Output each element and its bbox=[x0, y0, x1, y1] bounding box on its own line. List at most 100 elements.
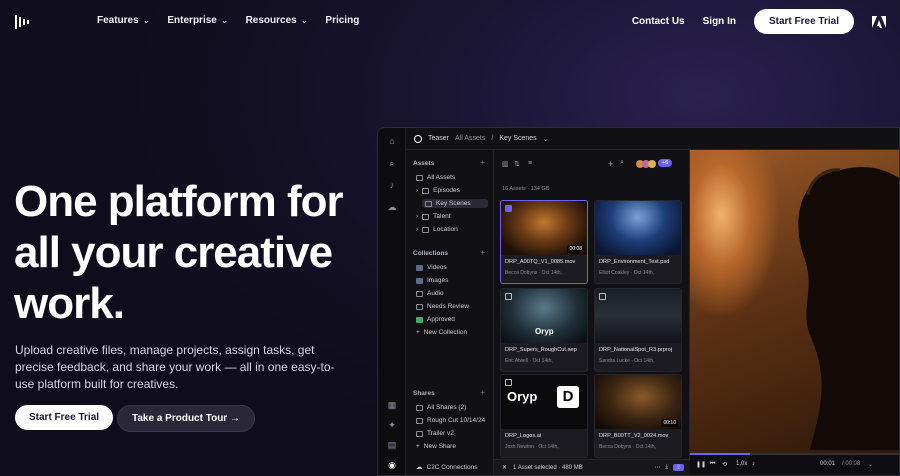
approved-icon bbox=[416, 316, 423, 323]
volume-icon[interactable]: ♪ bbox=[752, 461, 755, 467]
hero-headline: One platform for all your creative work. bbox=[14, 177, 344, 328]
list-icon[interactable]: ≡ bbox=[528, 160, 532, 167]
sidebar-item-new-collection[interactable]: + New Collection bbox=[416, 329, 467, 336]
asset-card[interactable]: DRP_NationalSpot_R3.prproj Sandra Lucke … bbox=[594, 288, 682, 372]
sidebar-item-new-share[interactable]: + New Share bbox=[416, 443, 456, 450]
sidebar-item-approved[interactable]: Approved bbox=[416, 316, 455, 323]
video-controls: ❚❚ ⏮ ⟲ 1.0x ♪ 00:01 / 00:08 ⌄ bbox=[690, 453, 899, 475]
account-icon[interactable]: ◉ bbox=[387, 460, 397, 470]
sidebar-item-needs-review[interactable]: Needs Review bbox=[416, 303, 469, 310]
sidebar-item-trailer[interactable]: Trailer v2 bbox=[416, 430, 454, 437]
select-checkbox[interactable] bbox=[505, 293, 512, 300]
frameio-logo-icon[interactable] bbox=[14, 12, 34, 32]
app-preview: ⌂ ⌕ ♪ ☁ ▦ ✦ ▤ ◉ Teaser All Assets / Key … bbox=[377, 127, 900, 476]
sidebar-item-label: Videos bbox=[427, 264, 447, 271]
close-icon[interactable]: ✕ bbox=[502, 464, 507, 471]
chevron-down-icon: ⌄ bbox=[542, 135, 549, 143]
playback-speed[interactable]: 1.0x bbox=[736, 461, 747, 467]
sidebar-item-talent[interactable]: › Talent bbox=[416, 213, 451, 220]
asset-name: DRP_NationalSpot_R3.prproj bbox=[599, 347, 673, 353]
asset-meta: Sandra Lucke · Oct 14th, bbox=[599, 358, 655, 364]
adobe-logo-icon[interactable] bbox=[872, 15, 886, 29]
asset-card[interactable]: Oryp D DRP_Logos.ai Josh Newton · Oct 14… bbox=[500, 374, 588, 458]
breadcrumb-current[interactable]: Key Scenes bbox=[499, 135, 536, 142]
asset-count: 16 Assets · 134 GB bbox=[502, 186, 550, 192]
assets-section-title: Assets bbox=[413, 160, 435, 167]
sidebar-item-all-assets[interactable]: All Assets bbox=[416, 174, 455, 181]
select-checkbox[interactable] bbox=[505, 379, 512, 386]
sidebar-item-audio[interactable]: Audio bbox=[416, 290, 444, 297]
top-nav: Features ⌄ Enterprise ⌄ Resources ⌄ Pricing… bbox=[0, 0, 900, 44]
product-tour-button[interactable]: Take a Product Tour → bbox=[117, 405, 255, 432]
sidebar-item-episodes[interactable]: › Episodes bbox=[416, 187, 460, 194]
grid-icon[interactable]: ▤ bbox=[387, 440, 397, 450]
home-icon[interactable]: ⌂ bbox=[387, 136, 397, 146]
add-asset-icon[interactable]: + bbox=[480, 158, 485, 167]
sign-in-link[interactable]: Sign In bbox=[703, 16, 736, 27]
asset-card[interactable]: 00:10 DRP_B00TT_V2_0024.mov Becca Dobyns… bbox=[594, 374, 682, 458]
sidebar-item-label: All Shares (2) bbox=[427, 404, 467, 411]
previous-icon[interactable]: ⏮ bbox=[710, 461, 715, 468]
sort-icon[interactable]: ⇅ bbox=[514, 160, 520, 168]
breadcrumb-project[interactable]: Teaser bbox=[428, 135, 449, 142]
cloud-icon[interactable]: ☁ bbox=[387, 202, 397, 212]
sidebar-item-videos[interactable]: Videos bbox=[416, 264, 447, 271]
sidebar-item-images[interactable]: Images bbox=[416, 277, 448, 284]
thumb-text: Oryp bbox=[535, 327, 554, 336]
folder-icon bbox=[425, 200, 432, 207]
folder-icon bbox=[416, 174, 423, 181]
select-checkbox[interactable] bbox=[505, 205, 512, 212]
sidebar-item-rough-cut[interactable]: Rough Cut 10/14/24 bbox=[416, 417, 485, 424]
add-icon[interactable]: + bbox=[608, 159, 613, 169]
app-topbar: Teaser All Assets / Key Scenes ⌄ bbox=[406, 128, 899, 150]
grid-toolbar: ▥ ⇅ ≡ + ⌕ +6 bbox=[494, 150, 689, 169]
media-viewer[interactable]: ❚❚ ⏮ ⟲ 1.0x ♪ 00:01 / 00:08 ⌄ bbox=[690, 150, 899, 475]
sidebar-item-label: Key Scenes bbox=[436, 200, 471, 207]
sidebar-item-key-scenes[interactable]: Key Scenes bbox=[422, 199, 488, 208]
sidebar-item-label: Images bbox=[427, 277, 449, 284]
app-sidebar: Assets + All Assets › Episodes Key Scene… bbox=[406, 150, 494, 475]
pause-icon[interactable]: ❚❚ bbox=[696, 461, 706, 468]
loop-icon[interactable]: ⟲ bbox=[722, 461, 727, 468]
asset-grid: ▥ ⇅ ≡ + ⌕ +6 16 Assets · 134 GB 00:08 DR… bbox=[494, 150, 690, 475]
search-icon[interactable]: ⌕ bbox=[387, 158, 397, 168]
viewer-image bbox=[798, 167, 899, 450]
asset-card[interactable]: Oryp DRP_Supers_RoughCut.aep Eric Atwell… bbox=[500, 288, 588, 372]
apps-icon[interactable]: ▦ bbox=[387, 400, 397, 410]
sidebar-item-location[interactable]: › Location bbox=[416, 226, 458, 233]
bell-icon[interactable]: ♪ bbox=[387, 180, 397, 190]
nav-item-pricing[interactable]: Pricing bbox=[325, 15, 359, 26]
view-toggle-icon[interactable]: ▥ bbox=[502, 160, 509, 168]
total-duration: / 00:08 bbox=[842, 461, 861, 467]
asset-card[interactable]: 00:08 DRP_A00TQ_V1_0085.mov Becca Dobyns… bbox=[500, 200, 588, 284]
share-icon[interactable]: ⇪ bbox=[672, 464, 684, 471]
avatar bbox=[648, 160, 656, 168]
start-free-trial-nav-button[interactable]: Start Free Trial bbox=[753, 9, 854, 34]
start-free-trial-button[interactable]: Start Free Trial bbox=[15, 405, 114, 430]
search-icon[interactable]: ⌕ bbox=[620, 159, 624, 167]
chevron-down-icon[interactable]: ⌄ bbox=[868, 461, 873, 468]
current-timecode: 00:01 bbox=[820, 461, 836, 467]
select-checkbox[interactable] bbox=[599, 293, 606, 300]
folder-icon bbox=[422, 226, 430, 233]
nav-item-resources[interactable]: Resources ⌄ bbox=[246, 15, 308, 26]
sidebar-item-c2c[interactable]: ☁ C2C Connections bbox=[416, 463, 477, 472]
sidebar-item-all-shares[interactable]: All Shares (2) bbox=[416, 404, 466, 411]
add-share-icon[interactable]: + bbox=[480, 388, 485, 397]
plus-icon: + bbox=[416, 329, 420, 336]
nav-item-features[interactable]: Features ⌄ bbox=[97, 15, 149, 26]
image-icon bbox=[416, 277, 423, 284]
nav-item-enterprise[interactable]: Enterprise ⌄ bbox=[167, 15, 227, 26]
bulb-icon[interactable]: ✦ bbox=[387, 420, 397, 430]
asset-card[interactable]: DRP_Environment_Test.psd Elliot Coakley … bbox=[594, 200, 682, 284]
share-count-badge[interactable]: +6 bbox=[658, 159, 673, 167]
contact-us-link[interactable]: Contact Us bbox=[632, 16, 685, 27]
sidebar-item-label: Trailer v2 bbox=[427, 430, 454, 437]
breadcrumb-root[interactable]: All Assets bbox=[455, 135, 485, 142]
more-icon[interactable]: ⋯ bbox=[654, 464, 660, 471]
asset-thumbnail bbox=[595, 201, 681, 255]
asset-name: DRP_Supers_RoughCut.aep bbox=[505, 347, 577, 353]
add-collection-icon[interactable]: + bbox=[480, 248, 485, 257]
duration-badge: 00:08 bbox=[567, 245, 584, 253]
download-icon[interactable]: ⤓ bbox=[665, 464, 668, 471]
